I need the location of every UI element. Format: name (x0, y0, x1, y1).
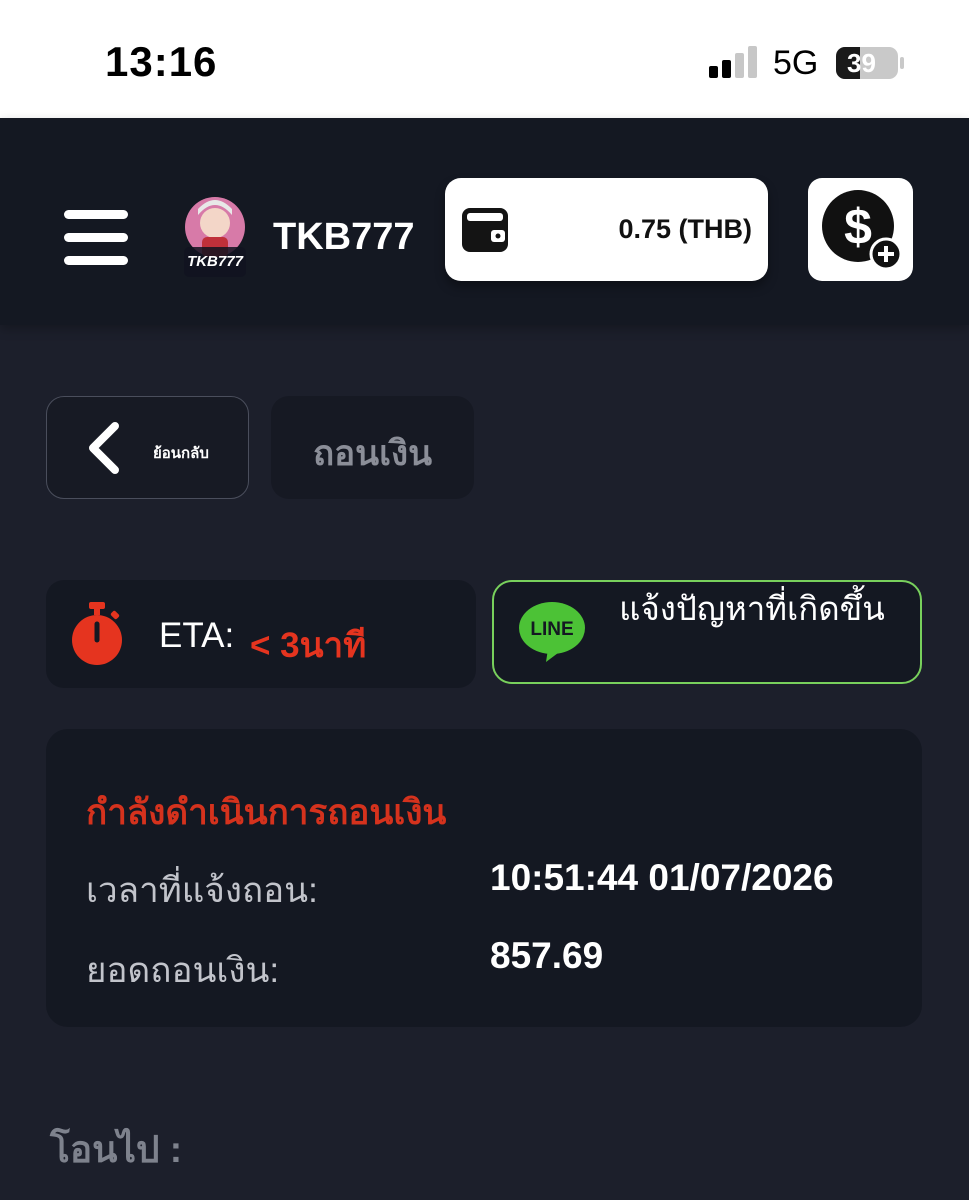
wallet-amount: 0.75 (THB) (618, 214, 752, 244)
brand-name: TKB777 (273, 216, 415, 258)
eta-label: ETA: (159, 616, 235, 655)
menu-bar-icon (64, 233, 128, 242)
withdraw-status-card: กำลังดำเนินการถอนเงิน เวลาที่แจ้งถอน: 10… (46, 729, 922, 1027)
page-title: ถอนเงิน (312, 434, 433, 473)
request-time-value: 10:51:44 01/07/2026 (490, 857, 834, 898)
status-time: 13:16 (105, 38, 218, 85)
dollar-plus-icon: $ (822, 190, 903, 271)
transfer-to-label: โอนไป : (50, 1129, 183, 1170)
svg-text:$: $ (844, 199, 872, 255)
back-button[interactable]: ย้อนกลับ (46, 396, 249, 499)
brand-logo[interactable]: TKB777 (178, 195, 252, 281)
battery-level: 39 (847, 48, 876, 78)
withdraw-status-title: กำลังดำเนินการถอนเงิน (86, 793, 447, 832)
cellular-signal-icon (709, 46, 757, 78)
battery-icon: 39 (835, 46, 905, 80)
chevron-left-icon (89, 422, 119, 474)
deposit-button[interactable]: $ (808, 178, 913, 281)
status-bar: 13:16 5G 39 (0, 0, 969, 118)
menu-button[interactable] (64, 210, 128, 266)
stopwatch-icon (72, 602, 122, 665)
menu-bar-icon (64, 256, 128, 265)
network-type: 5G (773, 44, 819, 82)
request-time-label: เวลาที่แจ้งถอน: (86, 871, 318, 910)
eta-box: ETA: < 3นาที (46, 580, 476, 688)
wallet-icon (462, 208, 508, 252)
menu-bar-icon (64, 210, 128, 219)
eta-value: < 3นาที (250, 626, 367, 665)
report-problem-line-button[interactable]: LINE แจ้งปัญหาที่เกิดขึ้น (492, 580, 922, 684)
withdraw-amount-value: 857.69 (490, 935, 604, 976)
line-icon: LINE (519, 602, 585, 662)
logo-text: TKB777 (187, 253, 243, 270)
back-label: ย้อนกลับ (153, 445, 209, 462)
line-badge-text: LINE (530, 619, 573, 640)
app-header: TKB777 TKB777 0.75 (THB) $ (0, 118, 969, 325)
withdraw-amount-label: ยอดถอนเงิน: (86, 951, 280, 990)
report-problem-label: แจ้งปัญหาที่เกิดขึ้น (619, 590, 885, 627)
wallet-balance[interactable]: 0.75 (THB) (445, 178, 768, 281)
page-title-box: ถอนเงิน (271, 396, 474, 499)
